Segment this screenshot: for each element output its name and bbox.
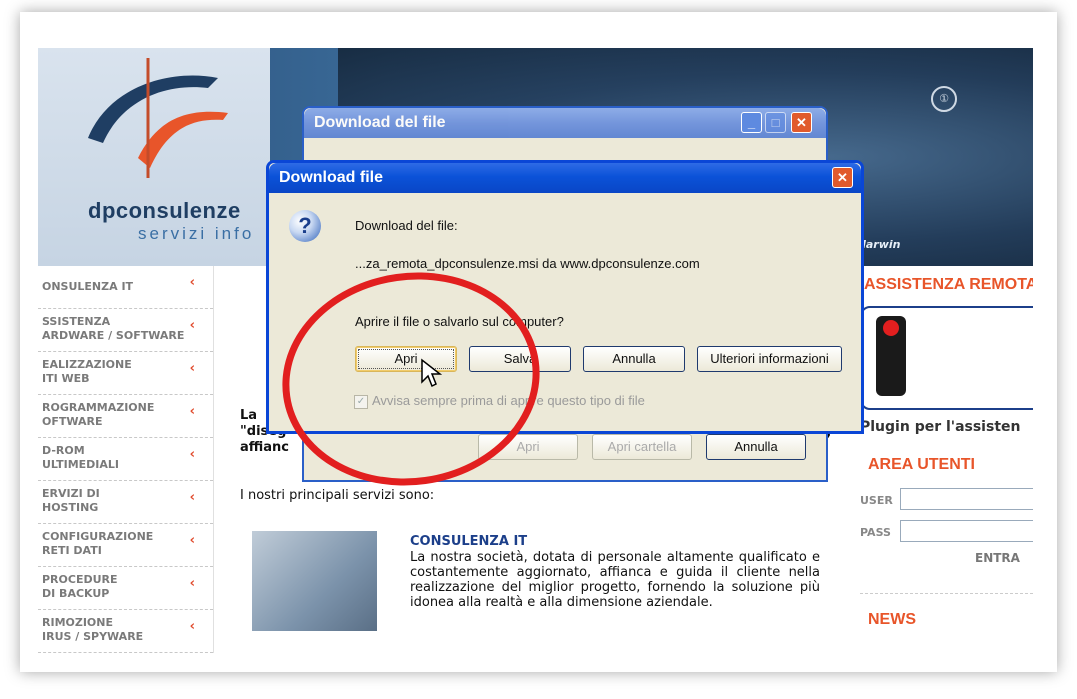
nav-item-reti-dati[interactable]: CONFIGURAZIONE RETI DATI ‹	[38, 524, 213, 567]
nav-item-label: OFTWARE	[42, 415, 103, 428]
nav-item-label: EALIZZAZIONE	[42, 358, 132, 371]
nav-item-label: RETI DATI	[42, 544, 102, 557]
minimize-icon[interactable]: _	[741, 112, 762, 133]
nav-item-label: ONSULENZA IT	[42, 280, 134, 293]
nav-item-label: D-ROM	[42, 444, 85, 457]
area-utenti-title: AREA UTENTI	[868, 456, 975, 473]
nav-item-virus[interactable]: RIMOZIONE IRUS / SPYWARE ‹	[38, 610, 213, 653]
plugin-text[interactable]: Plugin per l'assisten	[860, 419, 1020, 435]
more-info-button[interactable]: Ulteriori informazioni	[697, 346, 842, 372]
assistenza-remota-title: ASSISTENZA REMOTA	[864, 276, 1033, 293]
nav-item-backup[interactable]: PROCEDURE DI BACKUP ‹	[38, 567, 213, 610]
left-navigation: ONSULENZA IT ‹ SSISTENZA ARDWARE / SOFTW…	[38, 266, 214, 653]
nav-item-label: HOSTING	[42, 501, 99, 514]
nav-item-label: IRUS / SPYWARE	[42, 630, 144, 643]
nav-item-label: ARDWARE / SOFTWARE	[42, 329, 185, 342]
chevron-left-icon: ‹	[189, 447, 195, 462]
dialog-title: Download file	[279, 169, 383, 186]
chevron-left-icon: ‹	[189, 404, 195, 419]
intro-line: affianc	[240, 440, 290, 455]
file-name: ...za_remota_dpconsulenze.msi da www.dpc…	[355, 256, 700, 271]
chevron-left-icon: ‹	[189, 361, 195, 376]
brand-name: dpconsulenze	[88, 198, 241, 223]
close-icon[interactable]: ✕	[791, 112, 812, 133]
chevron-left-icon: ‹	[189, 275, 195, 290]
traffic-light-panel[interactable]	[860, 306, 1033, 410]
logo-swoosh-icon	[88, 58, 228, 178]
nav-item-label: ERVIZI DI	[42, 487, 100, 500]
nav-item-label: RIMOZIONE	[42, 616, 114, 629]
close-icon[interactable]: ✕	[832, 167, 853, 188]
nav-item-assistenza[interactable]: SSISTENZA ARDWARE / SOFTWARE ‹	[38, 309, 213, 352]
header-photo-label: Ilarwin	[858, 238, 901, 251]
open-button[interactable]: Apri	[478, 434, 578, 460]
right-column: ASSISTENZA REMOTA Plugin per l'assisten …	[860, 266, 1033, 653]
pass-label: PASS	[860, 526, 891, 539]
dialog-title: Download del file	[314, 114, 446, 131]
nav-item-label: ITI WEB	[42, 372, 90, 385]
chevron-left-icon: ‹	[189, 490, 195, 505]
nav-item-label: DI BACKUP	[42, 587, 110, 600]
entra-button[interactable]: ENTRA	[975, 551, 1020, 565]
divider	[860, 593, 1033, 594]
question-text: Aprire il file o salvarlo sul computer?	[355, 314, 564, 329]
cancel-button[interactable]: Annulla	[706, 434, 806, 460]
mouse-cursor-icon	[421, 358, 442, 388]
cancel-button[interactable]: Annulla	[583, 346, 685, 372]
nav-item-label: SSISTENZA	[42, 315, 111, 328]
password-input[interactable]	[900, 520, 1033, 542]
open-folder-button[interactable]: Apri cartella	[592, 434, 692, 460]
traffic-light-icon	[876, 316, 906, 396]
download-label: Download del file:	[355, 218, 458, 233]
nav-item-hosting[interactable]: ERVIZI DI HOSTING ‹	[38, 481, 213, 524]
service-photo	[252, 531, 377, 631]
always-ask-label: Avvisa sempre prima di aprire questo tip…	[372, 393, 645, 408]
chevron-left-icon: ‹	[189, 318, 195, 333]
service-title[interactable]: CONSULENZA IT	[410, 534, 527, 549]
services-intro: I nostri principali servizi sono:	[240, 488, 435, 503]
chevron-left-icon: ‹	[189, 619, 195, 634]
nav-item-cd-rom[interactable]: D-ROM ULTIMEDIALI ‹	[38, 438, 213, 481]
nav-item-label: ROGRAMMAZIONE	[42, 401, 155, 414]
logo-panel: dpconsulenze servizi info	[38, 48, 270, 266]
clock-icon: ①	[931, 86, 957, 112]
maximize-icon[interactable]: □	[765, 112, 786, 133]
question-icon: ?	[289, 210, 321, 242]
news-title: NEWS	[868, 611, 916, 628]
download-file-dialog: Download file ✕ ? Download del file: ...…	[266, 160, 864, 434]
chevron-left-icon: ‹	[189, 533, 195, 548]
nav-item-label: PROCEDURE	[42, 573, 118, 586]
nav-item-realizzazione[interactable]: EALIZZAZIONE ITI WEB ‹	[38, 352, 213, 395]
chevron-left-icon: ‹	[189, 576, 195, 591]
user-label: USER	[860, 494, 893, 507]
save-button[interactable]: Salva	[469, 346, 571, 372]
nav-item-label: ULTIMEDIALI	[42, 458, 120, 471]
service-description: La nostra società, dotata di personale a…	[410, 550, 820, 610]
nav-item-programmazione[interactable]: ROGRAMMAZIONE OFTWARE ‹	[38, 395, 213, 438]
nav-item-label: CONFIGURAZIONE	[42, 530, 154, 543]
nav-item-consulenza-it[interactable]: ONSULENZA IT ‹	[38, 266, 213, 309]
brand-tagline: servizi info	[138, 224, 255, 243]
user-input[interactable]	[900, 488, 1033, 510]
always-ask-checkbox[interactable]: ✓	[354, 395, 368, 409]
dialog-titlebar: Download file	[269, 163, 861, 193]
